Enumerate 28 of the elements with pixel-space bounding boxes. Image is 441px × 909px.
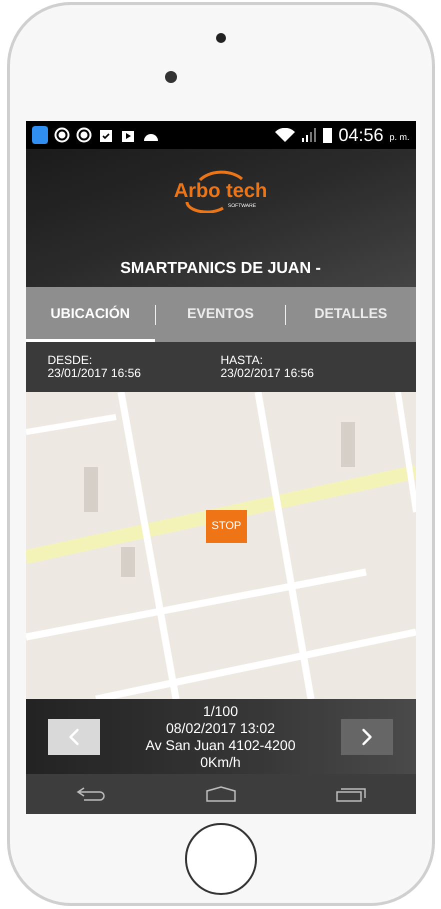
wifi-icon: [275, 128, 296, 142]
previous-button[interactable]: [48, 718, 100, 754]
record-speed: 0Km/h: [200, 754, 241, 770]
next-button[interactable]: [341, 718, 394, 754]
home-icon[interactable]: [206, 786, 236, 802]
device-title: SMARTPANICS DE JUAN -: [120, 259, 321, 279]
status-meridiem: p. m.: [389, 130, 410, 144]
tab[interactable]: DETALLES: [286, 287, 416, 342]
tab[interactable]: EVENTOS: [156, 287, 286, 342]
signal-icon: [301, 128, 318, 142]
record-datetime: 08/02/2017 13:02: [166, 720, 275, 736]
record-address: Av San Juan 4102-4200: [146, 736, 296, 754]
circle-icon: [54, 127, 70, 143]
logo-text: Arbo tech: [174, 181, 268, 201]
camera-icon: [164, 71, 176, 83]
range-date: 23/01/2017 16:56: [48, 367, 142, 380]
stop-marker: STOP: [206, 510, 248, 542]
range-label: DESDE:: [48, 354, 94, 367]
record-counter: 1/100: [202, 702, 238, 720]
recent-apps-icon[interactable]: [336, 786, 366, 802]
circle-icon: [76, 127, 92, 143]
clipboard-check-icon: [98, 127, 114, 143]
battery-icon: [323, 127, 332, 143]
status-time: 04:56: [338, 124, 384, 146]
range-date: 23/02/2017 16:56: [220, 367, 315, 380]
logo-swoosh-icon: [184, 201, 225, 213]
range-label: HASTA:: [220, 354, 264, 367]
back-icon[interactable]: [76, 786, 106, 802]
